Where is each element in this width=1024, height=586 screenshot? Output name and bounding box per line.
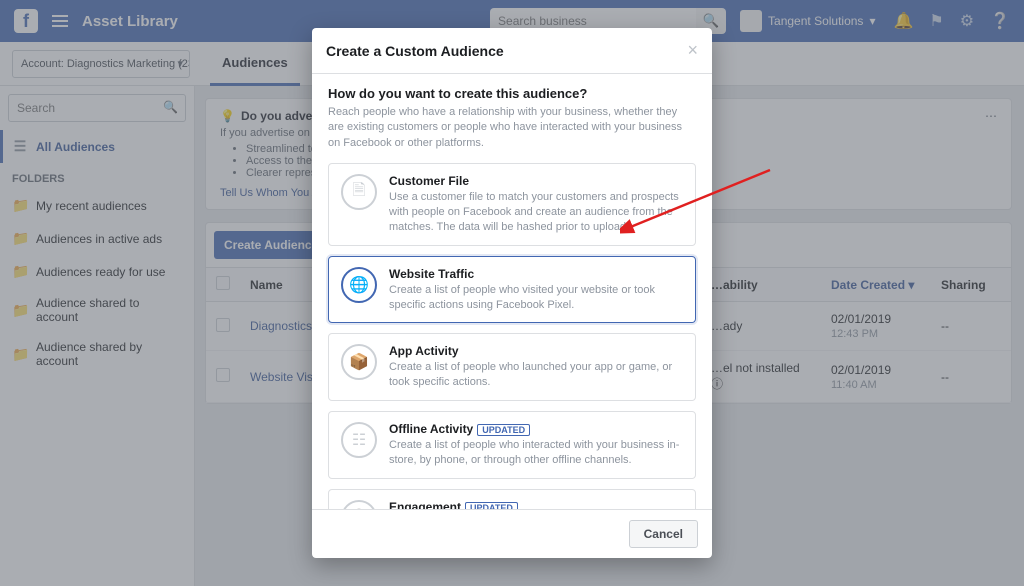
modal-header: Create a Custom Audience ×	[312, 28, 712, 74]
create-custom-audience-modal: Create a Custom Audience × How do you wa…	[312, 28, 712, 558]
file-icon: 🗎	[341, 174, 377, 210]
chat-icon: 💬	[341, 500, 377, 509]
option-app-activity[interactable]: 📦 App Activity Create a list of people w…	[328, 333, 696, 401]
close-icon[interactable]: ×	[687, 40, 698, 61]
option-title: Offline ActivityUPDATED	[389, 422, 683, 436]
modal-body: How do you want to create this audience?…	[312, 74, 712, 509]
option-engagement[interactable]: 💬 EngagementUPDATED Create a list of peo…	[328, 489, 696, 509]
modal-footer: Cancel	[312, 509, 712, 558]
option-website-traffic[interactable]: 🌐 Website Traffic Create a list of peopl…	[328, 256, 696, 324]
modal-title: Create a Custom Audience	[326, 43, 504, 59]
option-desc: Use a customer file to match your custom…	[389, 190, 683, 235]
updated-badge: UPDATED	[465, 502, 518, 509]
option-title: Customer File	[389, 174, 683, 188]
modal-overlay[interactable]: Create a Custom Audience × How do you wa…	[0, 0, 1024, 586]
modal-question: How do you want to create this audience?	[328, 86, 696, 101]
stack-icon: ☷	[341, 422, 377, 458]
option-desc: Create a list of people who interacted w…	[389, 438, 683, 468]
option-customer-file[interactable]: 🗎 Customer File Use a customer file to m…	[328, 163, 696, 246]
option-desc: Create a list of people who visited your…	[389, 283, 683, 313]
option-title: App Activity	[389, 344, 683, 358]
option-title: Website Traffic	[389, 267, 683, 281]
updated-badge: UPDATED	[477, 424, 530, 436]
cancel-button[interactable]: Cancel	[629, 520, 698, 548]
globe-icon: 🌐	[341, 267, 377, 303]
option-desc: Create a list of people who launched you…	[389, 360, 683, 390]
cube-icon: 📦	[341, 344, 377, 380]
modal-subtitle: Reach people who have a relationship wit…	[328, 105, 696, 151]
option-title: EngagementUPDATED	[389, 500, 683, 509]
option-offline-activity[interactable]: ☷ Offline ActivityUPDATED Create a list …	[328, 411, 696, 479]
